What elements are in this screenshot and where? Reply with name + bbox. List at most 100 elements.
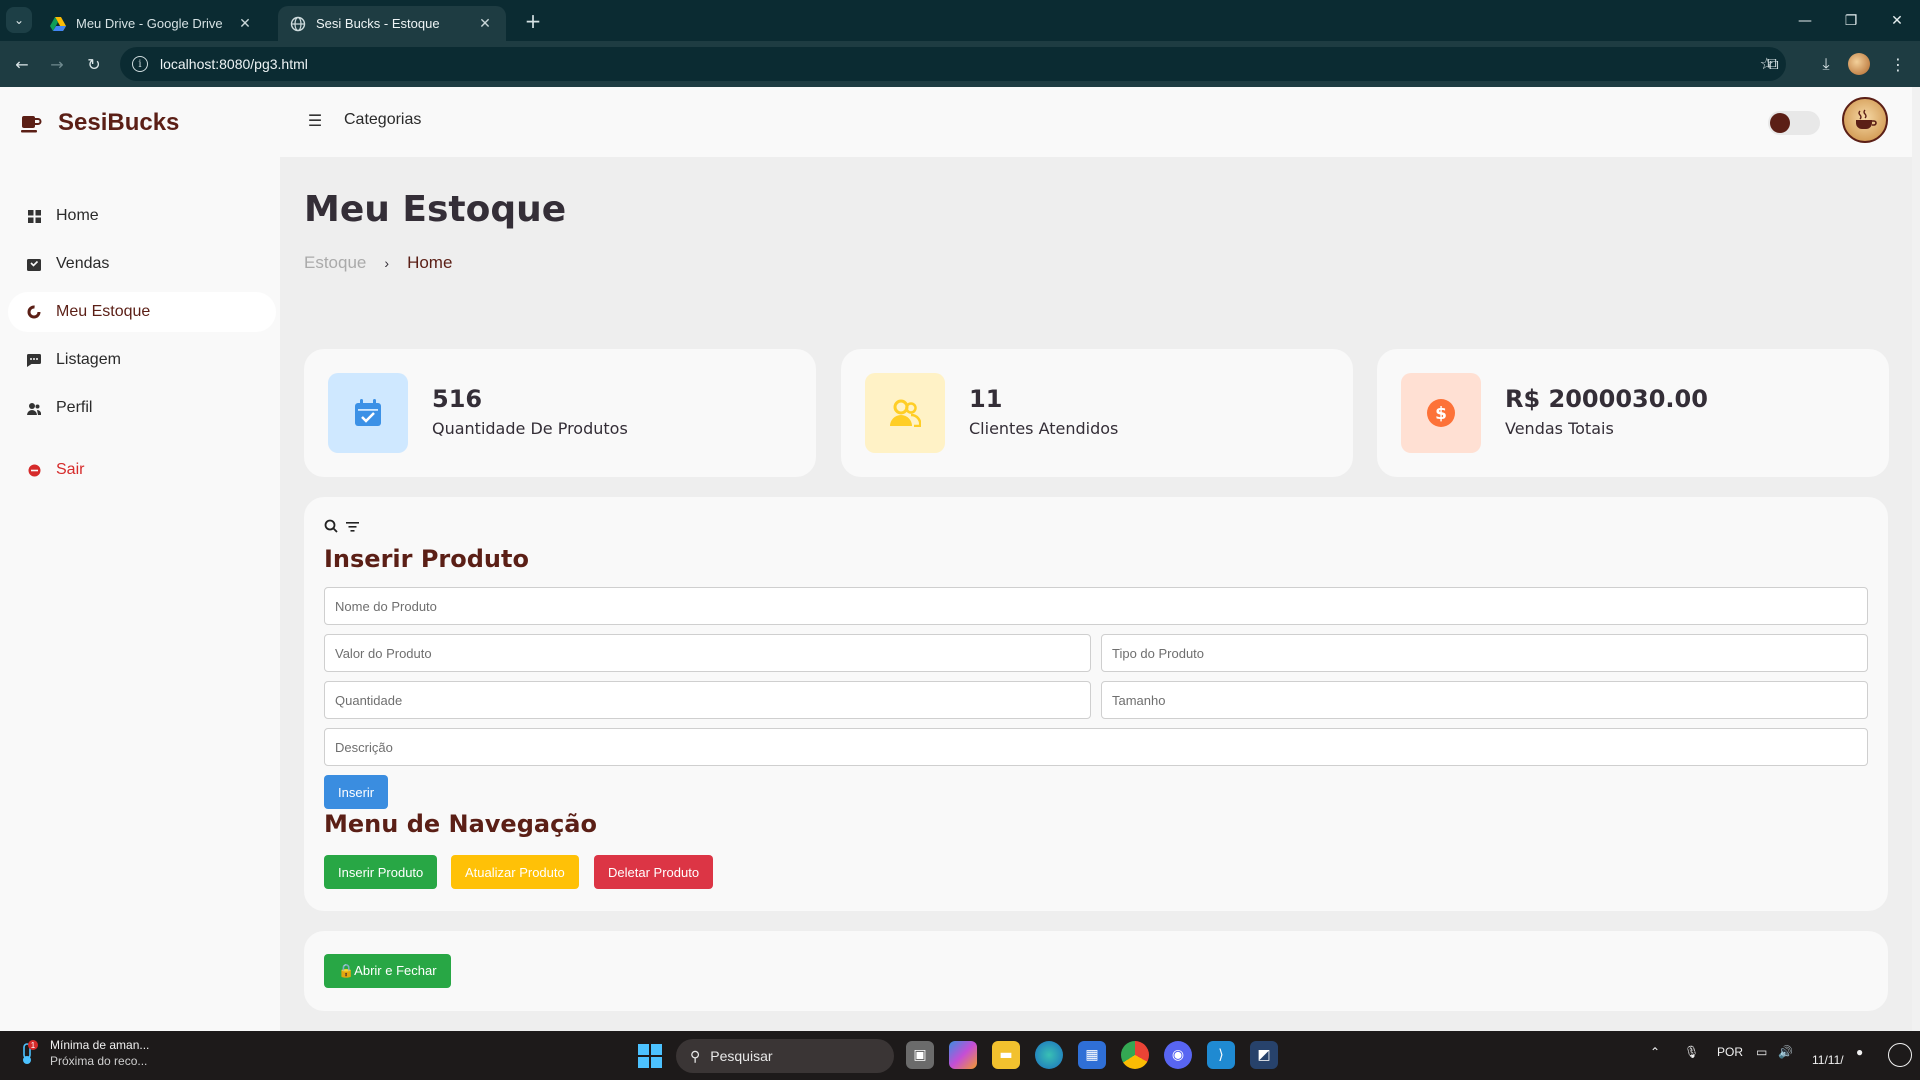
tab-list-button[interactable]: ⌄ [6, 7, 32, 33]
globe-icon [290, 16, 306, 31]
address-bar[interactable]: i localhost:8080/pg3.html ☆ [120, 47, 1786, 81]
microsoft-store-icon[interactable]: ▦ [1078, 1041, 1106, 1069]
microphone-icon[interactable]: ● [1856, 1045, 1863, 1059]
breadcrumb-item-active[interactable]: Home [407, 253, 452, 273]
panel-tools [324, 519, 359, 533]
reload-icon: ↻ [87, 54, 101, 74]
browser-tab-sesi-bucks[interactable]: Sesi Bucks - Estoque ✕ [278, 6, 506, 41]
app-icon[interactable]: ◩ [1250, 1041, 1278, 1069]
update-product-button[interactable]: Atualizar Produto [451, 855, 579, 889]
forward-button[interactable]: → [43, 50, 71, 78]
size-input[interactable] [1101, 681, 1868, 719]
search-icon[interactable] [324, 519, 338, 533]
thermometer-icon: 1 [18, 1040, 40, 1066]
logout-label: Sair [56, 461, 85, 478]
windows-taskbar: 1 Mínima de aman... Próxima do reco... ⚲… [0, 1031, 1920, 1080]
stat-label: Vendas Totais [1505, 419, 1614, 438]
chevron-down-icon: ⌄ [13, 13, 25, 27]
chrome-icon[interactable] [1121, 1041, 1149, 1069]
discord-icon[interactable]: ◉ [1164, 1041, 1192, 1069]
downloads-button[interactable]: ⤓ [1812, 50, 1840, 78]
group-icon [24, 402, 44, 415]
chrome-menu-button[interactable]: ⋮ [1884, 50, 1912, 78]
page-scrollbar[interactable] [1912, 87, 1920, 1031]
menu-icon[interactable]: ☰ [304, 109, 326, 131]
copilot-icon[interactable] [949, 1041, 977, 1069]
web-page: SesiBucks Home Vendas Meu Estoque Listag… [0, 87, 1920, 1031]
product-type-input[interactable] [1101, 634, 1868, 672]
taskbar-search[interactable]: ⚲ Pesquisar [676, 1039, 894, 1073]
windows-start-icon[interactable] [638, 1044, 662, 1068]
reload-button[interactable]: ↻ [80, 50, 108, 78]
vscode-icon[interactable]: ⟩ [1207, 1041, 1235, 1069]
new-tab-button[interactable]: + [520, 8, 546, 34]
file-explorer-icon[interactable]: ▬ [992, 1041, 1020, 1069]
site-info-icon[interactable]: i [132, 56, 148, 72]
filter-icon[interactable] [346, 521, 359, 532]
chevron-right-icon: › [384, 255, 390, 271]
shopping-bag-icon [24, 258, 44, 271]
chrome-profile-avatar[interactable] [1848, 53, 1870, 75]
language-indicator[interactable]: POR [1717, 1045, 1743, 1059]
description-input[interactable] [324, 728, 1868, 766]
arrow-right-icon: → [50, 54, 64, 74]
close-icon: ✕ [1891, 12, 1903, 29]
stat-card-vendas: $ R$ 2000030.00 Vendas Totais [1377, 349, 1889, 477]
brand[interactable]: SesiBucks [20, 109, 179, 137]
insert-button[interactable]: Inserir [324, 775, 389, 809]
message-dots-icon [24, 353, 44, 367]
product-value-input[interactable] [324, 634, 1091, 672]
dashboard-icon [24, 209, 44, 223]
weather-widget[interactable]: 1 Mínima de aman... Próxima do reco... [18, 1037, 149, 1069]
breadcrumb-item[interactable]: Estoque [304, 253, 366, 273]
copilot-button-icon[interactable] [1888, 1043, 1912, 1067]
download-icon: ⤓ [1822, 54, 1830, 73]
toggle-panel: 🔒Abrir e Fechar [304, 931, 1888, 1011]
extensions-button[interactable]: ⧉ [1759, 50, 1787, 78]
volume-icon[interactable]: 🔊 [1778, 1045, 1793, 1059]
clock-date[interactable]: 11/11/ [1812, 1053, 1844, 1067]
google-drive-icon [50, 16, 66, 31]
delete-product-button[interactable]: Deletar Produto [594, 855, 714, 889]
chevron-up-icon[interactable]: ⌃ [1650, 1045, 1660, 1059]
profile-avatar[interactable] [1842, 97, 1888, 143]
product-name-input[interactable] [324, 587, 1868, 625]
sidebar-item-vendas[interactable]: Vendas [8, 244, 276, 284]
microphone-icon[interactable]: 🎙 [1684, 1045, 1699, 1059]
stat-value: 516 [432, 385, 483, 413]
minimize-icon: — [1798, 12, 1812, 29]
network-icon[interactable]: ▭ [1756, 1045, 1767, 1059]
main-content: Meu Estoque Estoque › Home 516 Quantidad… [280, 157, 1912, 1031]
toggle-knob [1770, 113, 1790, 133]
sidebar-item-meu-estoque[interactable]: Meu Estoque [8, 292, 276, 332]
categories-link[interactable]: Categorias [344, 111, 421, 129]
task-view-icon[interactable]: ▣ [906, 1041, 934, 1069]
close-window-button[interactable]: ✕ [1874, 0, 1920, 41]
sidebar-item-home[interactable]: Home [8, 196, 276, 236]
back-button[interactable]: ← [8, 50, 36, 78]
dark-mode-toggle[interactable] [1768, 111, 1820, 135]
more-vertical-icon: ⋮ [1890, 54, 1906, 74]
open-close-button[interactable]: 🔒Abrir e Fechar [324, 954, 451, 988]
close-tab-icon[interactable]: ✕ [236, 15, 254, 32]
close-tab-icon[interactable]: ✕ [476, 15, 494, 32]
browser-tab-google-drive[interactable]: Meu Drive - Google Drive ✕ [38, 6, 266, 41]
logout-link[interactable]: Sair [8, 450, 276, 490]
edge-icon[interactable] [1035, 1041, 1063, 1069]
sidebar-item-label: Vendas [56, 255, 110, 272]
minimize-button[interactable]: — [1782, 0, 1828, 41]
sidebar-item-listagem[interactable]: Listagem [8, 340, 276, 380]
stat-card-clientes: 11 Clientes Atendidos [841, 349, 1353, 477]
restore-button[interactable]: ❐ [1828, 0, 1874, 41]
navigation-menu-heading: Menu de Navegação [324, 810, 597, 838]
insert-product-button[interactable]: Inserir Produto [324, 855, 438, 889]
sidebar-item-perfil[interactable]: Perfil [8, 388, 276, 428]
group-icon [890, 399, 921, 427]
quantity-input[interactable] [324, 681, 1091, 719]
sidebar-item-label: Perfil [56, 399, 93, 416]
calendar-check-icon [355, 399, 381, 426]
url-text: localhost:8080/pg3.html [160, 56, 308, 72]
coffee-cup-icon [1856, 109, 1877, 129]
browser-tab-bar: ⌄ Meu Drive - Google Drive ✕ Sesi Bucks … [0, 0, 1920, 41]
sidebar: SesiBucks Home Vendas Meu Estoque Listag… [0, 87, 280, 1031]
